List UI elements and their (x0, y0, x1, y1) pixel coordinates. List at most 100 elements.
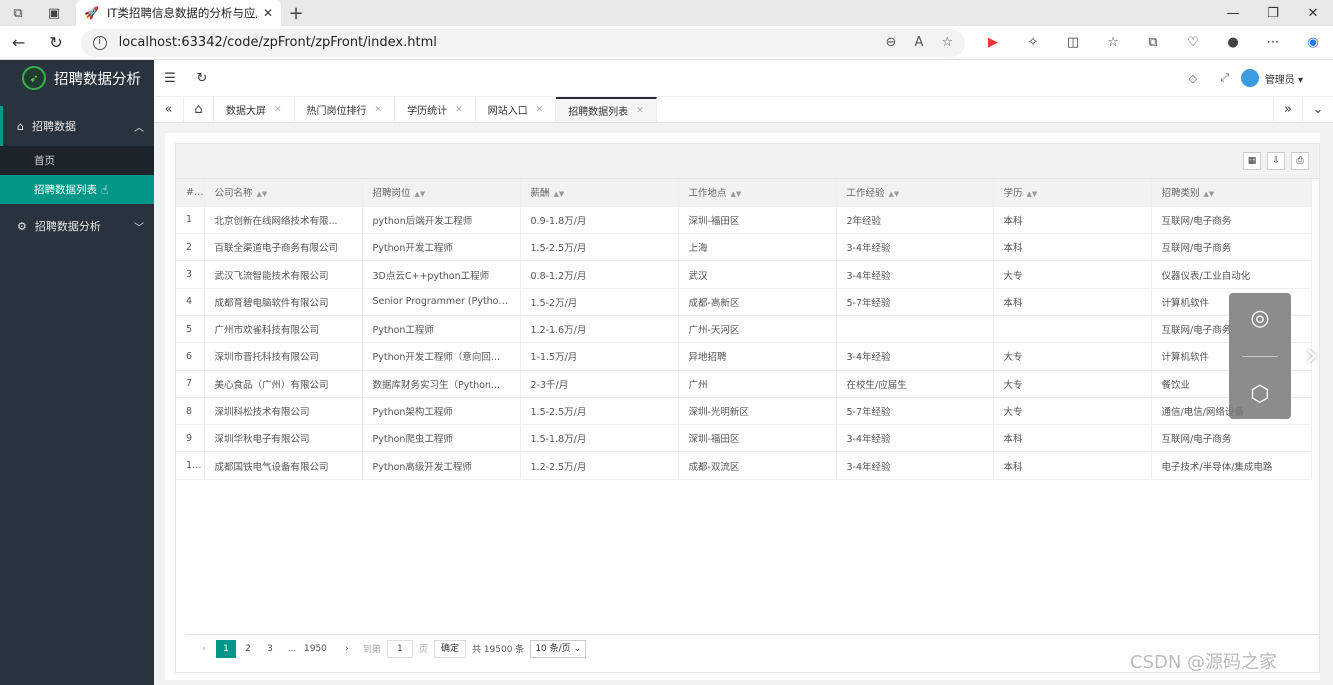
close-window-button[interactable]: ✕ (1293, 6, 1333, 21)
more-icon[interactable]: ⋯ (1253, 35, 1293, 50)
sort-icon[interactable]: ▲▼ (415, 190, 426, 198)
menu-group-recruit-data[interactable]: ⌂ 招聘数据 ︿ (0, 106, 154, 146)
table-cell: 在校生/应届生 (836, 370, 994, 398)
page-3[interactable]: 3 (260, 644, 280, 654)
avatar[interactable] (1240, 69, 1259, 87)
sidebar-item-recruit-list[interactable]: 招聘数据列表 ☝ (0, 175, 154, 204)
table-row[interactable]: 7 美心食品（广州）有限公司 数据库财务实习生（Python... 2-3千/月 广州在… (176, 370, 1312, 398)
table-row[interactable]: 8 深圳科松技术有限公司 Python架构工程师 1.5-2.5万/月 深圳-光明新区 5… (176, 397, 1312, 426)
print-icon[interactable]: ⎙ (1291, 152, 1309, 170)
sidebar-item-home[interactable]: 首页 (0, 146, 154, 175)
refresh-icon[interactable]: ↻ (186, 71, 218, 86)
chevron-right-icon[interactable]: › (1305, 335, 1319, 375)
close-icon[interactable]: ✕ (263, 6, 273, 20)
zoom-icon[interactable]: ⊖ (886, 35, 897, 50)
table-row[interactable]: 4 成都育碧电脑软件有限公司 Senior Programmer (Python .… (176, 288, 1312, 316)
columns-filter-icon[interactable]: ▦ (1243, 152, 1261, 170)
table-row[interactable]: 9 深圳华秋电子有限公司 Python爬虫工程师 1.5-1.8万/月 深圳-福田区 3-… (176, 424, 1312, 453)
tab-dashboard[interactable]: 数据大屏 ✕ (214, 97, 295, 122)
table-cell: 深圳-福田区 (678, 424, 837, 453)
back-button[interactable]: ← (0, 33, 37, 52)
table-cell: 1.2-2.5万/月 (520, 451, 679, 480)
table-row[interactable]: 1 北京创新在线网络技术有限... python后端开发工程师 0.9-1.8万/月深… (176, 206, 1312, 235)
camera-icon[interactable]: ◎ (1250, 306, 1269, 331)
sort-icon[interactable]: ▲▼ (731, 190, 742, 198)
table-cell: 2 (176, 233, 205, 262)
prev-page-icon[interactable]: ‹ (194, 644, 214, 654)
submenu: 首页 招聘数据列表 ☝ (0, 146, 154, 204)
copilot-icon[interactable]: ◉ (1293, 35, 1333, 50)
page-1[interactable]: 1 (216, 639, 236, 658)
new-tab-button[interactable]: + (281, 3, 311, 24)
close-icon[interactable]: ✕ (375, 105, 383, 115)
table-cell: 互联网/电子商务 (1151, 233, 1312, 262)
goto-confirm-button[interactable]: 确定 (433, 639, 466, 658)
tabs-menu-icon[interactable]: ⌄ (1303, 97, 1333, 122)
export-icon[interactable]: ⇩ (1267, 152, 1285, 170)
tab-recruit-list[interactable]: 招聘数据列表 ✕ (556, 97, 657, 122)
close-icon[interactable]: ✕ (274, 105, 282, 115)
sort-icon[interactable]: ▲▼ (1204, 190, 1215, 198)
page-2[interactable]: 2 (238, 644, 258, 654)
sort-icon[interactable]: ▲▼ (554, 190, 565, 198)
workspaces-icon[interactable]: ⧉ (0, 0, 36, 26)
table-row[interactable]: 10 成都国铁电气设备有限公司 Python高级开发工程师 1.2-2.5万/月 成都-… (176, 451, 1312, 480)
minimize-button[interactable]: — (1213, 6, 1253, 21)
close-icon[interactable]: ✕ (636, 106, 644, 116)
tabs-right-icon[interactable]: » (1273, 97, 1303, 122)
table-row[interactable]: 6 深圳市晋托科技有限公司 Python开发工程师（意向回... 1-1.5万/月 异地… (176, 342, 1312, 371)
column-header[interactable]: 学历 ▲▼ (993, 179, 1152, 207)
table-cell: 大专 (993, 342, 1152, 371)
table-cell: 互联网/电子商务 (1151, 424, 1312, 453)
menu-group-analysis[interactable]: ⚙ 招聘数据分析 ﹀ (0, 206, 154, 246)
table-row[interactable]: 2 百联全渠道电子商务有限公司 Python开发工程师 1.5-2.5万/月 上海 3-4… (176, 233, 1312, 262)
heart-icon[interactable]: ♡ (1173, 35, 1213, 50)
ellipsis: ... (287, 643, 297, 654)
collections-icon[interactable]: ⧉ (1133, 35, 1173, 50)
page-input[interactable]: 1 (386, 639, 413, 658)
tabs-left-icon[interactable]: « (154, 97, 184, 122)
tab-site-entry[interactable]: 网站入口 ✕ (476, 97, 557, 122)
admin-menu[interactable]: 管理员 ▾ (1265, 71, 1303, 86)
column-header[interactable]: 招聘岗位 ▲▼ (362, 179, 521, 207)
extension-icon[interactable]: ▶ (973, 35, 1013, 50)
browser-tab-strip: ⧉ ▣ 🚀 IT类招聘信息数据的分析与应用系 ✕ + — ❐ ✕ (0, 0, 1333, 26)
column-header[interactable]: 工作地点 ▲▼ (678, 179, 837, 207)
table-row[interactable]: 5 广州市欢雀科技有限公司 Python工程师 1.2-1.6万/月 广州-天河区 互联网… (176, 315, 1312, 344)
column-header[interactable]: 薪酬 ▲▼ (520, 179, 679, 207)
close-icon[interactable]: ✕ (536, 105, 544, 115)
table-cell: 本科 (993, 206, 1152, 235)
split-screen-icon[interactable]: ◫ (1053, 35, 1093, 50)
menu-toggle-icon[interactable]: ☰ (154, 71, 186, 86)
close-icon[interactable]: ✕ (455, 105, 463, 115)
browser-tab[interactable]: 🚀 IT类招聘信息数据的分析与应用系 ✕ (76, 0, 281, 26)
fullscreen-icon[interactable]: ⤢ (1209, 71, 1241, 85)
sort-icon[interactable]: ▲▼ (889, 190, 900, 198)
next-page-icon[interactable]: › (337, 644, 357, 654)
table-cell: 百联全渠道电子商务有限公司 (204, 233, 363, 262)
sort-icon[interactable]: ▲▼ (257, 190, 268, 198)
column-header[interactable]: 招聘类别 ▲▼ (1151, 179, 1312, 207)
page-last[interactable]: 1950 (304, 644, 327, 654)
favorites-icon[interactable]: ☆ (1093, 35, 1133, 50)
reload-button[interactable]: ↻ (37, 33, 74, 52)
hexagon-plus-icon[interactable]: ⬡ (1250, 382, 1269, 407)
url-field[interactable]: i localhost:63342/code/zpFront/zpFront/i… (80, 28, 966, 57)
column-header[interactable]: 公司名称 ▲▼ (204, 179, 363, 207)
tag-icon[interactable]: ◇ (1177, 72, 1209, 85)
favorite-star-icon[interactable]: ☆ (941, 35, 953, 50)
profile-avatar[interactable]: ● (1213, 35, 1253, 50)
table-row[interactable]: 3 武汉飞流智能技术有限公司 3D点云C++python工程师 0.8-1.2万/月武… (176, 260, 1312, 289)
info-icon[interactable]: i (92, 35, 107, 50)
tab-hot-jobs[interactable]: 热门岗位排行 ✕ (295, 97, 396, 122)
page-size-select[interactable]: 10 条/页 ⌄ (530, 639, 587, 658)
column-header[interactable]: 工作经验 ▲▼ (836, 179, 994, 207)
address-bar: ← ↻ i localhost:63342/code/zpFront/zpFro… (0, 26, 1333, 60)
home-tab-icon[interactable]: ⌂ (184, 97, 214, 122)
maximize-button[interactable]: ❐ (1253, 6, 1293, 21)
sort-icon[interactable]: ▲▼ (1027, 190, 1038, 198)
tab-education[interactable]: 学历统计 ✕ (395, 97, 476, 122)
read-aloud-icon[interactable]: A (914, 35, 923, 50)
tab-actions-icon[interactable]: ▣ (36, 0, 72, 26)
extensions-puzzle-icon[interactable]: ✧ (1013, 35, 1053, 50)
